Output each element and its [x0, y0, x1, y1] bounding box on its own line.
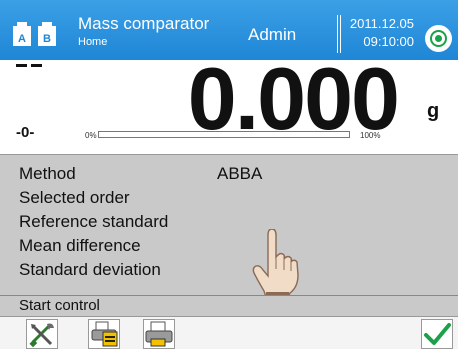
stability-dash-icon — [16, 64, 42, 67]
start-control-button[interactable]: Start control — [0, 295, 458, 316]
app-subtitle: Home — [78, 36, 108, 48]
weighing-display: -0- 0% 100% 0.000 g — [0, 54, 458, 154]
target-dot — [435, 35, 442, 42]
bar-min-label: 0% — [85, 131, 97, 140]
confirm-button[interactable] — [421, 319, 453, 349]
target-icon[interactable] — [425, 25, 452, 52]
mass-reading: 0.000 — [187, 49, 400, 148]
time-label: 09:10:00 — [363, 34, 414, 49]
screen: A B Mass comparator Home Admin 2011.12.0… — [0, 0, 458, 349]
info-value-method: ABBA — [217, 164, 263, 183]
info-label-method: Method — [19, 164, 76, 183]
printer-report-icon — [91, 321, 118, 347]
info-panel[interactable]: Method ABBA Selected order Reference sta… — [0, 154, 458, 295]
start-control-label: Start control — [19, 297, 100, 314]
touch-hand-icon — [252, 229, 299, 297]
checkmark-icon — [424, 323, 451, 345]
info-label-selected-order: Selected order — [19, 188, 130, 207]
logged-user[interactable]: Admin — [248, 25, 296, 45]
print-button[interactable] — [143, 319, 175, 349]
app-title: Mass comparator — [78, 14, 210, 33]
info-label-reference-standard: Reference standard — [19, 212, 169, 231]
info-label-mean-difference: Mean difference — [19, 236, 141, 255]
info-label-standard-deviation: Standard deviation — [19, 260, 161, 279]
date-label: 2011.12.05 — [349, 16, 414, 31]
printer-icon — [145, 321, 173, 347]
zero-indicator: -0- — [16, 124, 35, 141]
tools-icon — [29, 323, 54, 348]
bottom-toolbar — [0, 316, 458, 349]
tools-button[interactable] — [26, 319, 58, 349]
ab-icon-letter-b: B — [43, 33, 51, 45]
report-button[interactable] — [88, 319, 120, 349]
ab-icon-letter-a: A — [18, 33, 26, 45]
ab-weights-icon[interactable]: A B — [11, 22, 59, 48]
header-divider — [337, 15, 341, 53]
mass-unit[interactable]: g — [427, 100, 439, 123]
